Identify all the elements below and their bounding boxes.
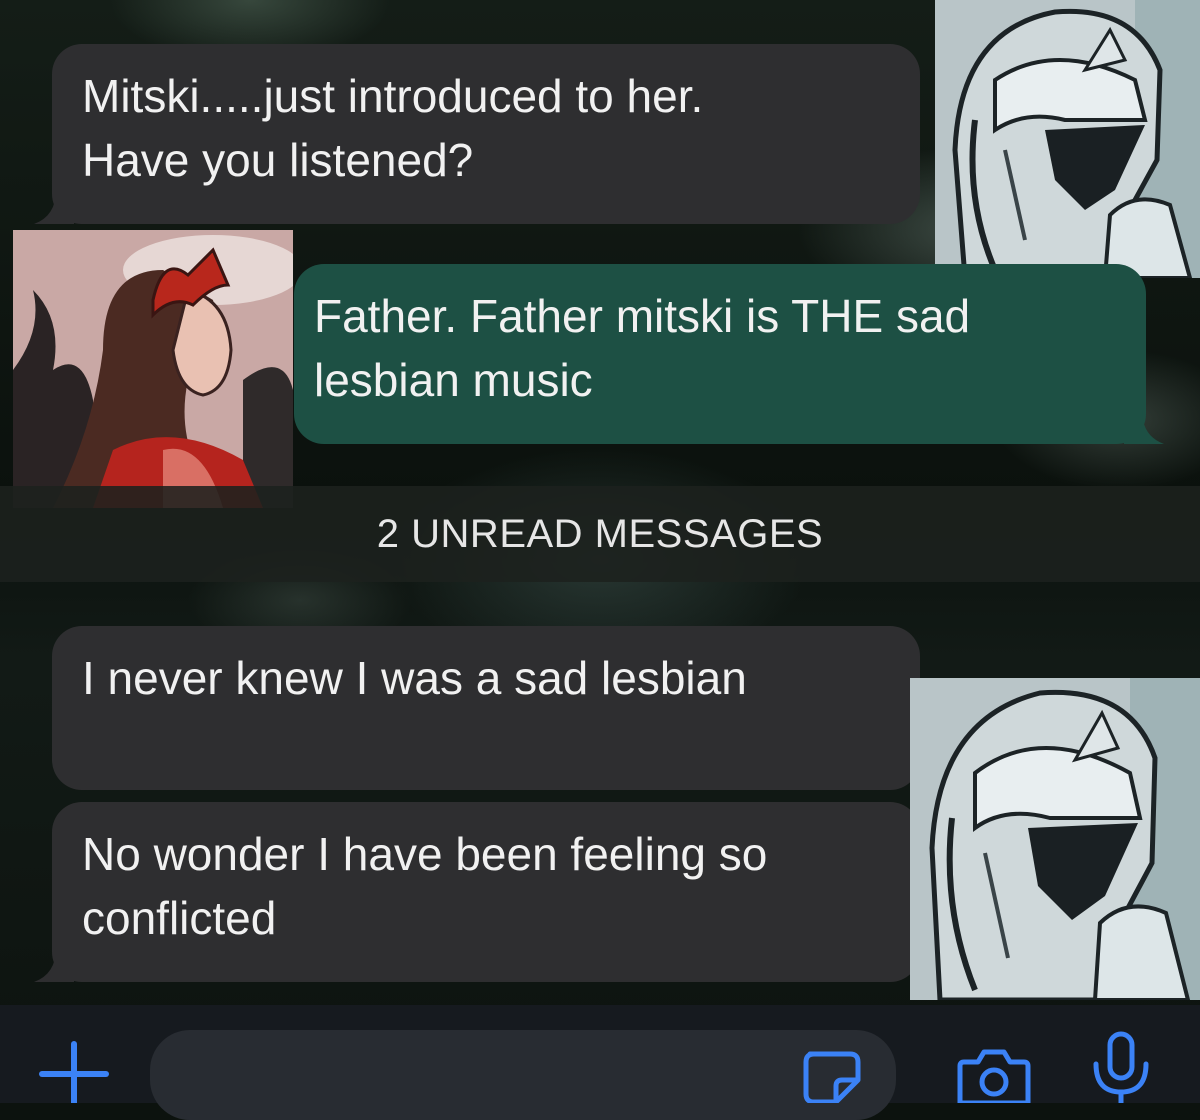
headdress-avatar-icon (13, 230, 293, 508)
message-text-line: I never knew I was a sad lesbian (82, 652, 747, 704)
message-input[interactable] (150, 1030, 896, 1120)
unread-messages-divider: 2 UNREAD MESSAGES (0, 486, 1200, 582)
message-text-line: lesbian music (314, 354, 593, 406)
sticker-icon (803, 1051, 861, 1105)
unread-messages-label: 2 UNREAD MESSAGES (376, 511, 824, 556)
message-text-line: Father. Father mitski is THE sad (314, 290, 971, 342)
add-attachment-button[interactable] (36, 1040, 112, 1106)
message-text-line: No wonder I have been feeling so (82, 828, 768, 880)
message-text-line: conflicted (82, 892, 277, 944)
microphone-icon (1093, 1031, 1149, 1103)
incoming-message[interactable]: No wonder I have been feeling so conflic… (34, 802, 920, 982)
bubble-tail (1124, 410, 1164, 444)
sender-avatar[interactable] (935, 0, 1200, 278)
message-text-line: Mitski.....just introduced to her. (82, 70, 704, 122)
sender-avatar[interactable] (910, 678, 1200, 1000)
sticker-button[interactable] (800, 1050, 864, 1105)
helmet-avatar-icon (935, 0, 1200, 278)
voice-message-button[interactable] (1086, 1030, 1156, 1103)
bubble-tail (34, 948, 74, 982)
camera-button[interactable] (956, 1044, 1032, 1106)
plus-icon (39, 1041, 109, 1106)
outgoing-message[interactable]: Father. Father mitski is THE sad lesbian… (294, 264, 1164, 444)
helmet-avatar-icon (910, 678, 1200, 1000)
message-text-line: Have you listened? (82, 134, 474, 186)
incoming-message[interactable]: Mitski.....just introduced to her. Have … (34, 44, 920, 224)
camera-icon (957, 1049, 1031, 1106)
incoming-message[interactable]: I never knew I was a sad lesbian (52, 626, 920, 790)
user-avatar[interactable] (13, 230, 293, 508)
bubble-tail (34, 190, 74, 224)
